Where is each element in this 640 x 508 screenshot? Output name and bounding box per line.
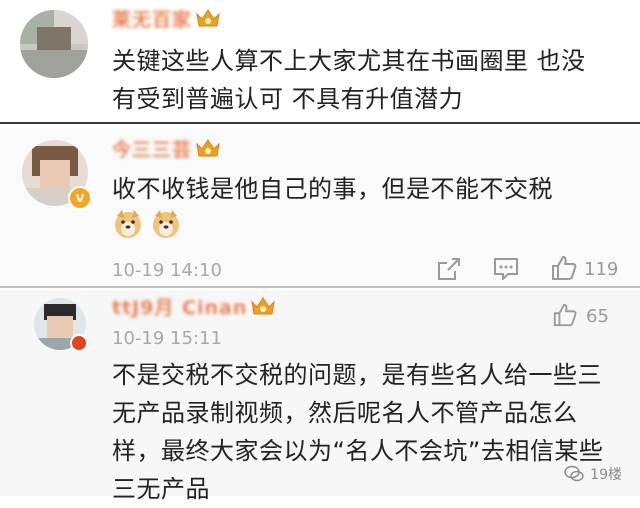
username[interactable]: ttJ9月 Cinan	[112, 294, 276, 319]
comment-text: 收不收钱是他自己的事，但是不能不交税	[112, 175, 553, 203]
like-count: 119	[584, 259, 619, 280]
comment-timestamp: 10-19 14:10	[112, 260, 222, 281]
share-icon[interactable]	[436, 256, 462, 282]
vip-crown-icon	[196, 9, 220, 27]
like-thumb-icon[interactable]	[550, 254, 578, 282]
user-avatar[interactable]	[20, 10, 88, 78]
doge-emoji-icon	[153, 210, 179, 238]
verified-badge: V	[68, 186, 92, 210]
username[interactable]: 今三三芸	[112, 136, 221, 161]
comment-card-3: ttJ9月 Cinan 10-19 15:11 65 不是交税不交税的问题，是有…	[0, 290, 640, 503]
doge-emoji-icon	[115, 210, 141, 238]
username[interactable]: 莱无百家	[112, 6, 221, 31]
wechat-icon	[564, 465, 584, 482]
watermark: 19楼	[564, 464, 622, 484]
like-thumb-icon[interactable]	[552, 302, 578, 328]
comment-icon[interactable]	[492, 256, 520, 282]
vip-crown-icon	[251, 297, 276, 315]
like-count: 65	[586, 306, 609, 327]
comment-card-2: V 今三三芸 收不收钱是他自己的事，但是不能不交税 10-19 14:10 11…	[0, 128, 640, 288]
comment-card-1: 莱无百家 关键这些人算不上大家尤其在书画圈里 也没 有受到普遍认可 不具有升值潜…	[0, 0, 640, 124]
comment-timestamp: 10-19 15:11	[112, 328, 222, 349]
comment-text: 关键这些人算不上大家尤其在书画圈里 也没 有受到普遍认可 不具有升值潜力	[112, 47, 586, 113]
member-badge	[70, 334, 88, 352]
vip-crown-icon	[196, 139, 220, 157]
comment-text: 不是交税不交税的问题，是有些名人给一些三 无产品录制视频，然后呢名人不管产品怎么…	[112, 361, 604, 503]
